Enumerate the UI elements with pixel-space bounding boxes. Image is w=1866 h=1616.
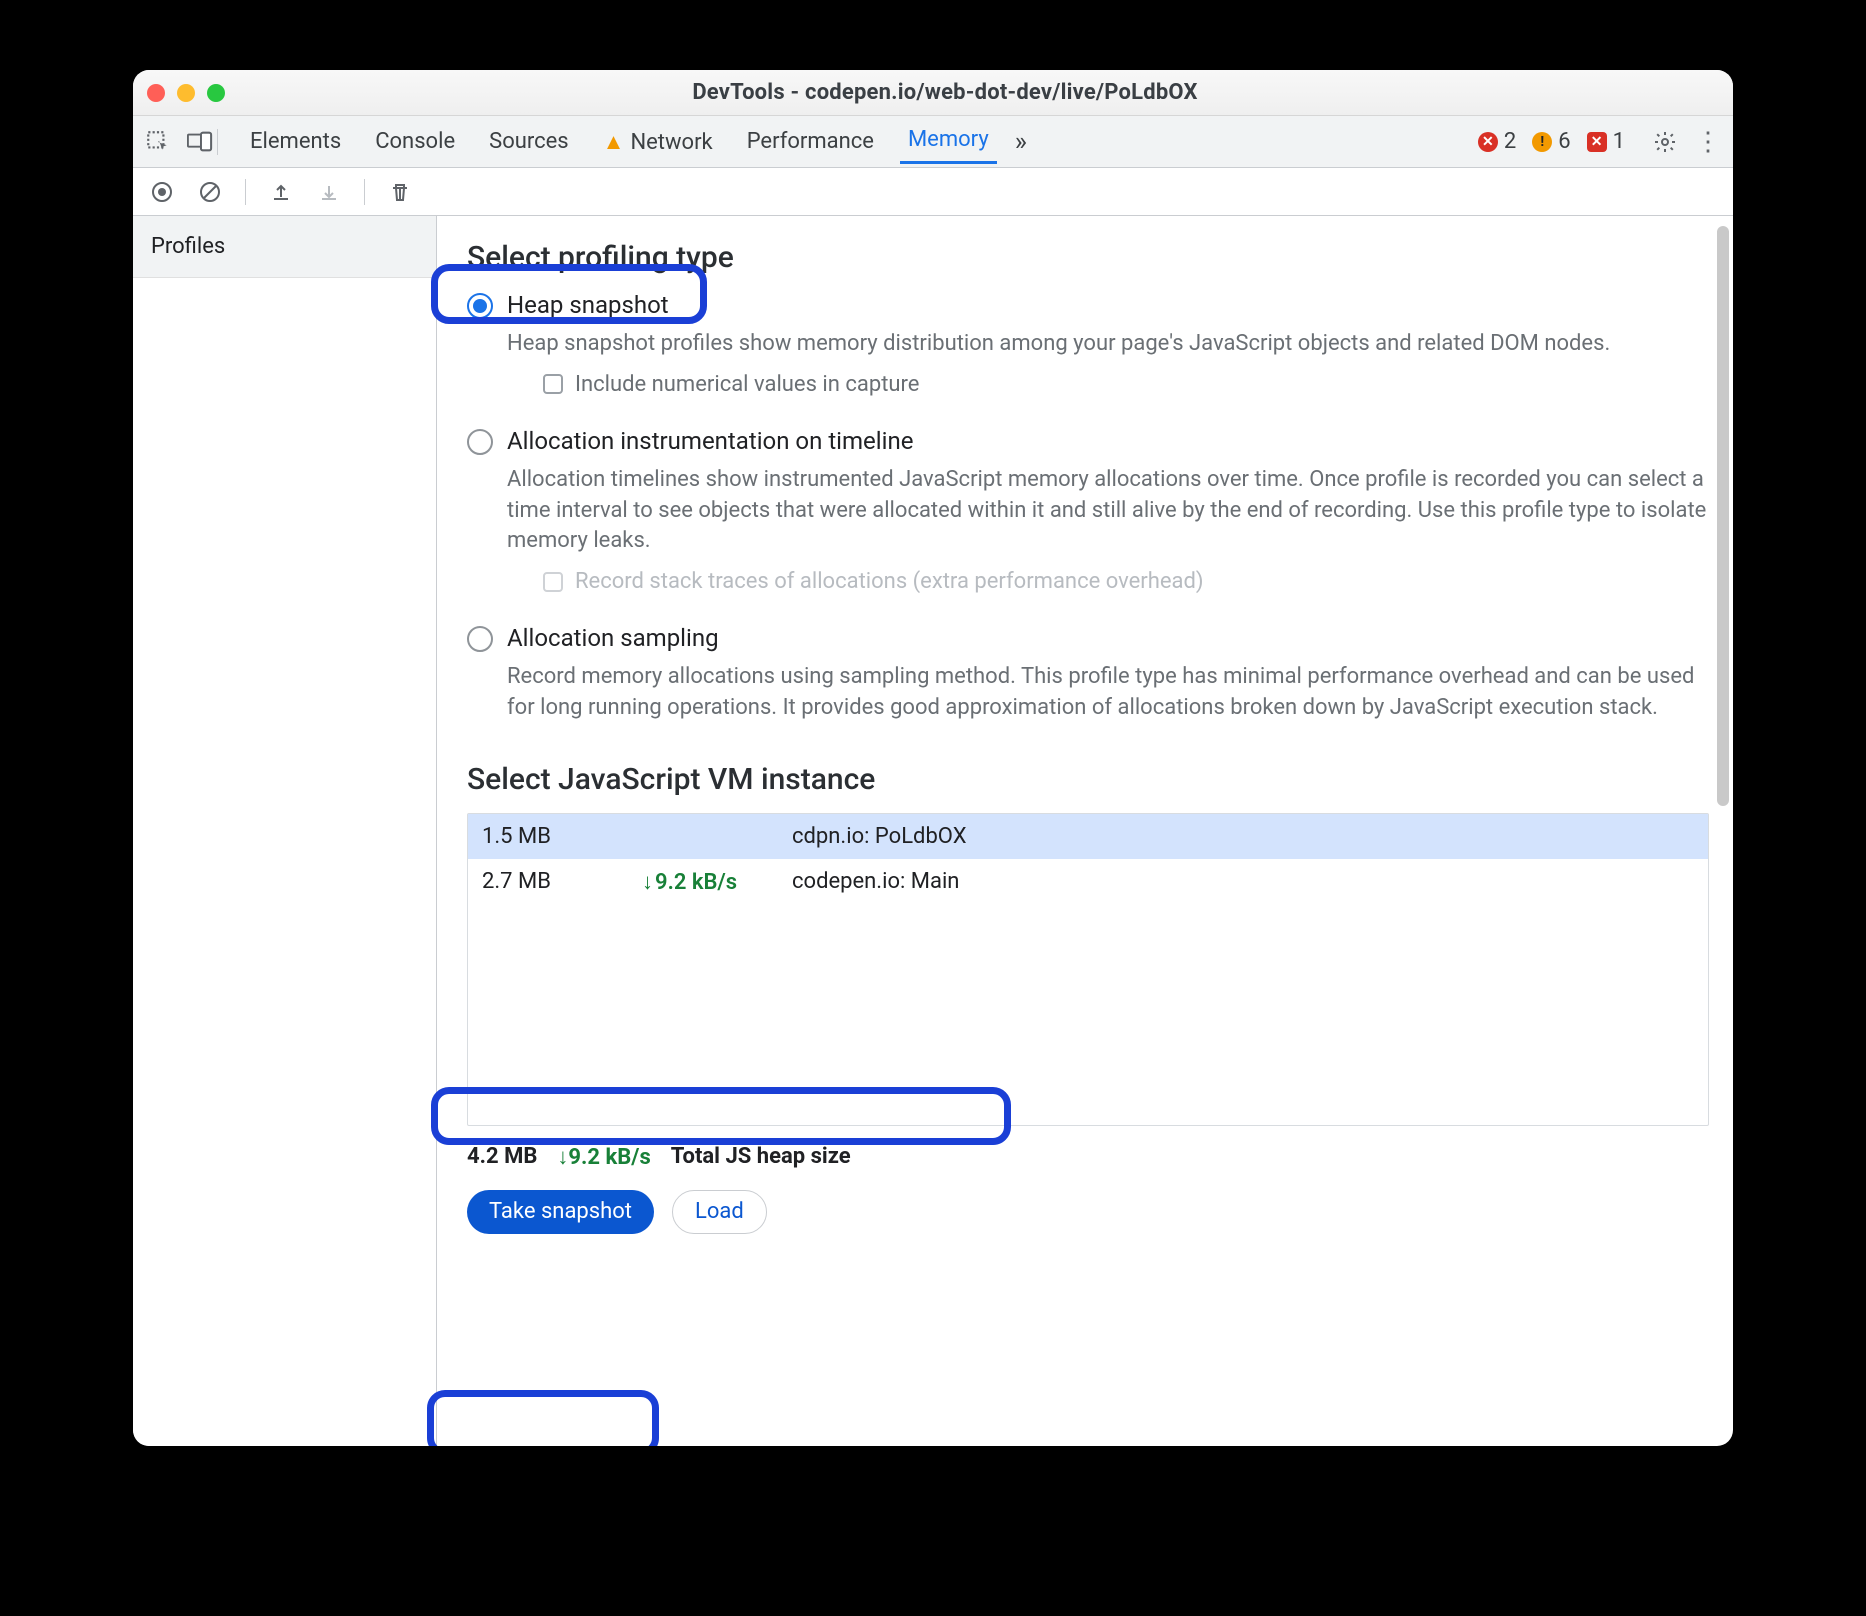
errors-badge[interactable]: ✕2 (1478, 129, 1516, 154)
option-title: Allocation sampling (507, 624, 1709, 652)
option-title: Allocation instrumentation on timeline (507, 427, 1709, 455)
vm-rate: ↓9.2 kB/s (642, 869, 792, 895)
option-description: Record memory allocations using sampling… (507, 662, 1709, 724)
gc-icon[interactable] (387, 179, 413, 205)
clear-icon[interactable] (197, 179, 223, 205)
tab-memory[interactable]: Memory (900, 119, 997, 164)
vm-size: 2.7 MB (482, 869, 642, 894)
total-label: Total JS heap size (671, 1144, 851, 1169)
scrollbar[interactable] (1717, 226, 1729, 806)
section-profiling-type: Select profiling type (467, 240, 1709, 275)
memory-toolbar (133, 168, 1733, 216)
errors-count: 2 (1504, 129, 1516, 154)
panel-body: Profiles Select profiling type Heap snap… (133, 216, 1733, 1446)
settings-icon[interactable] (1653, 130, 1677, 154)
total-rate-value: 9.2 kB/s (568, 1145, 650, 1170)
more-menu-icon[interactable]: ⋮ (1695, 127, 1721, 157)
issues-count: 1 (1613, 129, 1625, 154)
arrow-down-icon: ↓ (557, 1145, 568, 1170)
window-titlebar: DevTools - codepen.io/web-dot-dev/live/P… (133, 70, 1733, 116)
vm-rate-value: 9.2 kB/s (655, 870, 737, 895)
checkbox-record-stack[interactable]: Record stack traces of allocations (extr… (543, 569, 1709, 594)
checkbox-label: Include numerical values in capture (575, 372, 919, 397)
vm-instance-list: 1.5 MB cdpn.io: PoLdbOX 2.7 MB ↓9.2 kB/s… (467, 813, 1709, 1126)
action-bar: Take snapshot Load (467, 1190, 1709, 1234)
record-icon[interactable] (149, 179, 175, 205)
more-tabs-icon[interactable]: » (1015, 127, 1027, 157)
window-controls (147, 84, 225, 102)
vm-name: cdpn.io: PoLdbOX (792, 824, 1694, 849)
option-title: Heap snapshot (507, 291, 1610, 319)
checkbox-label: Record stack traces of allocations (extr… (575, 569, 1204, 594)
tab-elements[interactable]: Elements (242, 121, 349, 162)
vm-row[interactable]: 1.5 MB cdpn.io: PoLdbOX (468, 814, 1708, 859)
vm-name: codepen.io: Main (792, 869, 1694, 894)
section-vm-instance: Select JavaScript VM instance (467, 762, 1709, 797)
tab-console[interactable]: Console (367, 121, 463, 162)
radio-checked-icon[interactable] (467, 293, 493, 319)
checkbox-include-numerical[interactable]: Include numerical values in capture (543, 372, 1610, 397)
sidebar: Profiles (133, 216, 437, 1446)
devtools-window: DevTools - codepen.io/web-dot-dev/live/P… (133, 70, 1733, 1446)
tab-network-label: Network (630, 130, 712, 155)
main-panel: Select profiling type Heap snapshot Heap… (437, 216, 1733, 1446)
option-description: Heap snapshot profiles show memory distr… (507, 329, 1610, 360)
annotation-ring (427, 1390, 659, 1446)
checkbox-icon[interactable] (543, 374, 563, 394)
radio-icon[interactable] (467, 429, 493, 455)
arrow-down-icon: ↓ (642, 870, 653, 895)
upload-icon[interactable] (268, 179, 294, 205)
tab-network[interactable]: ▲Network (595, 121, 721, 163)
download-icon[interactable] (316, 179, 342, 205)
status-badges: ✕2 !6 ✕1 (1478, 129, 1625, 154)
sidebar-item-profiles[interactable]: Profiles (133, 216, 436, 278)
warnings-badge[interactable]: !6 (1532, 129, 1570, 154)
tab-sources[interactable]: Sources (481, 121, 577, 162)
tab-performance[interactable]: Performance (739, 121, 882, 162)
vm-size: 1.5 MB (482, 824, 642, 849)
minimize-icon[interactable] (177, 84, 195, 102)
option-allocation-sampling[interactable]: Allocation sampling Record memory alloca… (467, 624, 1709, 734)
total-size: 4.2 MB (467, 1144, 537, 1169)
inspect-icon[interactable] (145, 129, 171, 155)
panel-tabs: Elements Console Sources ▲Network Perfor… (133, 116, 1733, 168)
issues-badge[interactable]: ✕1 (1587, 129, 1625, 154)
take-snapshot-button[interactable]: Take snapshot (467, 1190, 654, 1234)
total-rate: ↓9.2 kB/s (557, 1144, 650, 1170)
vm-row[interactable]: 2.7 MB ↓9.2 kB/s codepen.io: Main (468, 859, 1708, 905)
load-button[interactable]: Load (672, 1190, 767, 1234)
vm-summary: 4.2 MB ↓9.2 kB/s Total JS heap size (467, 1144, 1709, 1170)
option-allocation-timeline[interactable]: Allocation instrumentation on timeline A… (467, 427, 1709, 612)
radio-icon[interactable] (467, 626, 493, 652)
close-icon[interactable] (147, 84, 165, 102)
window-title: DevTools - codepen.io/web-dot-dev/live/P… (243, 80, 1647, 105)
option-heap-snapshot[interactable]: Heap snapshot Heap snapshot profiles sho… (467, 291, 1709, 415)
option-description: Allocation timelines show instrumented J… (507, 465, 1709, 557)
device-toolbar-icon[interactable] (187, 129, 213, 155)
checkbox-icon[interactable] (543, 572, 563, 592)
zoom-icon[interactable] (207, 84, 225, 102)
warnings-count: 6 (1558, 129, 1570, 154)
